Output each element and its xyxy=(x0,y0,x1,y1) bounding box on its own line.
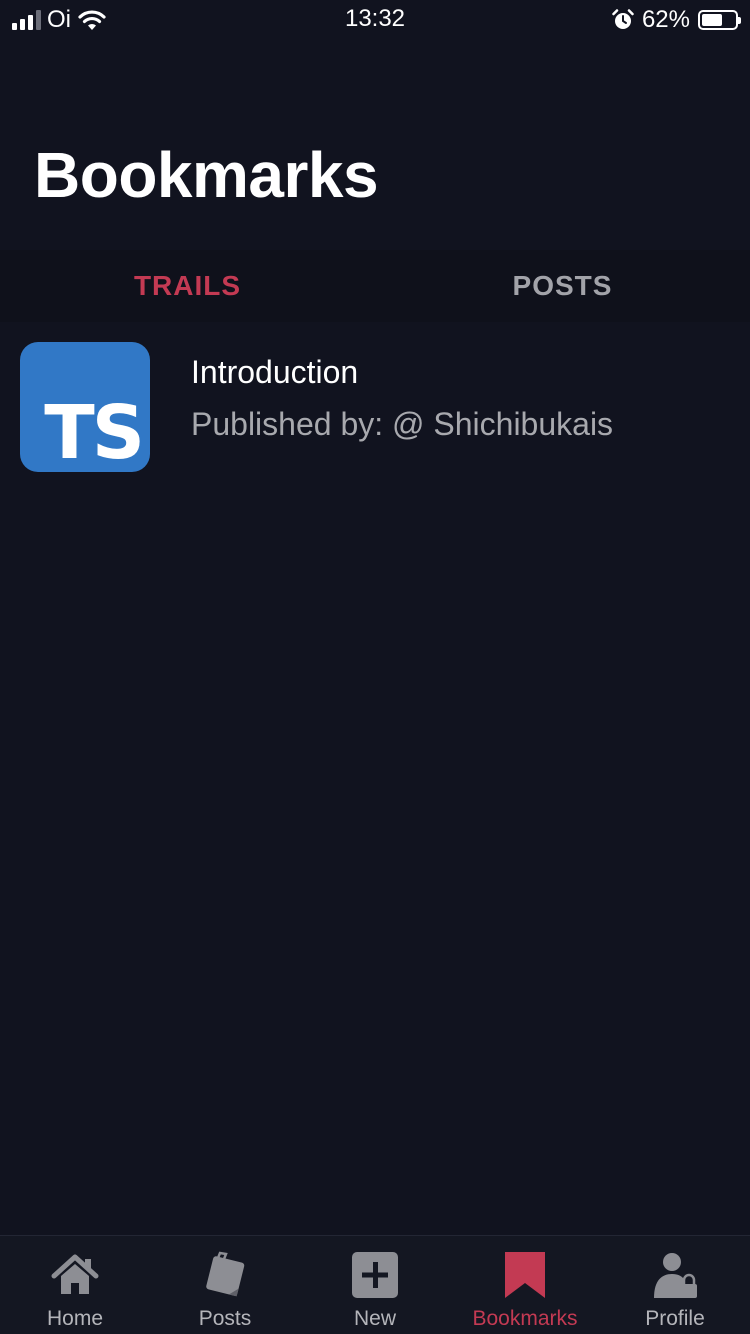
nav-label-home: Home xyxy=(46,1307,104,1330)
tab-posts[interactable]: POSTS xyxy=(375,250,750,322)
bookmark-list: TS Introduction Published by: @ Shichibu… xyxy=(0,322,750,492)
nav-label-posts: Posts xyxy=(198,1307,252,1330)
item-title: Introduction xyxy=(191,354,359,390)
status-right: 62% xyxy=(612,6,741,34)
bottom-nav: Home Posts New Bookmarks Profile xyxy=(0,1235,750,1334)
status-bar: Oi 13:32 62% xyxy=(0,0,750,40)
posts-icon xyxy=(206,1251,245,1297)
tab-trails[interactable]: TRAILS xyxy=(0,250,375,322)
nav-item-bookmarks[interactable]: Bookmarks xyxy=(450,1236,600,1334)
nav-label-new: New xyxy=(353,1307,396,1330)
nav-item-home[interactable]: Home xyxy=(0,1236,150,1334)
nav-item-posts[interactable]: Posts xyxy=(150,1236,300,1334)
alarm-icon xyxy=(612,9,634,29)
nav-item-profile[interactable]: Profile xyxy=(600,1236,750,1334)
wifi-icon xyxy=(78,10,106,30)
home-icon xyxy=(51,1254,99,1294)
status-left: Oi xyxy=(12,6,107,34)
signal-strength-icon xyxy=(12,10,41,30)
battery-icon xyxy=(698,10,741,30)
profile-lock-icon xyxy=(654,1253,697,1298)
page-title: Bookmarks xyxy=(34,139,379,211)
nav-label-bookmarks: Bookmarks xyxy=(472,1307,578,1330)
bookmark-icon xyxy=(505,1252,545,1298)
carrier-name: Oi xyxy=(47,6,71,33)
nav-item-new[interactable]: New xyxy=(300,1236,450,1334)
battery-percent: 62% xyxy=(641,6,690,33)
item-publisher: Published by: @ Shichibukais xyxy=(191,406,614,442)
typescript-logo: TS xyxy=(20,342,150,472)
plus-icon xyxy=(352,1252,398,1298)
tab-bar: TRAILS POSTS xyxy=(0,250,750,322)
logo-text: TS xyxy=(44,390,145,472)
battery-level xyxy=(702,14,722,26)
nav-label-profile: Profile xyxy=(645,1307,705,1330)
list-item[interactable]: TS Introduction Published by: @ Shichibu… xyxy=(0,322,750,492)
